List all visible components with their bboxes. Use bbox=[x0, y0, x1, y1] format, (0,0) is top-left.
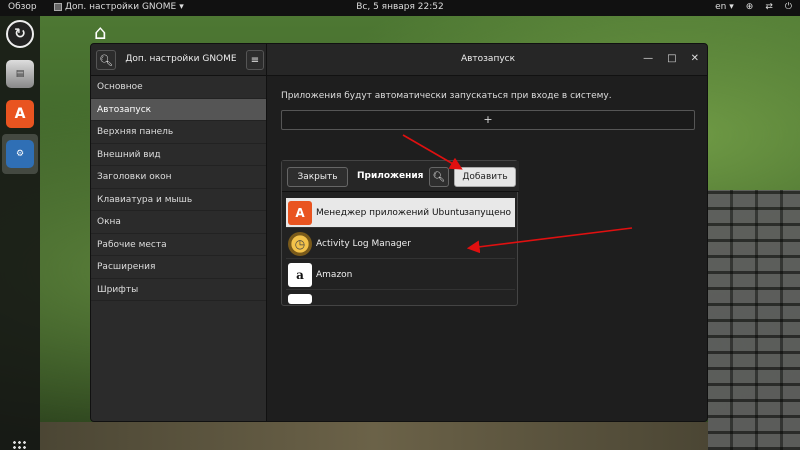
hamburger-icon: ≡ bbox=[250, 54, 260, 66]
sidebar-item[interactable]: Основное bbox=[91, 76, 266, 99]
ubuntu-software-icon[interactable]: A bbox=[6, 100, 34, 128]
list-item[interactable]: a Amazon bbox=[286, 260, 515, 290]
network-icon[interactable]: ⇄ bbox=[765, 2, 773, 12]
app-name: Менеджер приложений Ubuntu bbox=[316, 207, 465, 218]
sidebar-item[interactable]: Заголовки окон bbox=[91, 166, 266, 189]
sidebar-item[interactable]: Окна bbox=[91, 211, 266, 234]
dialog-title: Приложения bbox=[357, 171, 424, 181]
ubuntu-software-icon: A bbox=[288, 200, 312, 225]
app-name: Amazon bbox=[316, 269, 353, 280]
menu-button[interactable]: ≡ bbox=[246, 50, 264, 70]
app-menu-icon bbox=[54, 3, 62, 11]
sidebar-item[interactable]: Шрифты bbox=[91, 279, 266, 301]
files-icon[interactable]: ▤ bbox=[6, 60, 34, 88]
background-wall bbox=[708, 190, 800, 450]
keyboard-layout[interactable]: en ▾ bbox=[715, 2, 734, 12]
activity-log-icon: ◷ bbox=[288, 231, 312, 256]
dock: ↻ ▤ A ⚙ bbox=[0, 16, 40, 450]
amazon-icon: a bbox=[288, 262, 312, 287]
search-button[interactable]: 🔍︎ bbox=[96, 50, 116, 70]
add-autostart-button[interactable]: + bbox=[281, 110, 695, 130]
home-folder-icon[interactable]: ⌂ bbox=[94, 20, 122, 44]
activities-button[interactable]: Обзор bbox=[8, 2, 37, 12]
dialog-search-button[interactable]: 🔍︎ bbox=[429, 167, 449, 187]
accessibility-icon[interactable]: ⊕ bbox=[746, 2, 754, 12]
top-bar: Обзор Доп. настройки GNOME ▾ Вс, 5 январ… bbox=[0, 0, 800, 16]
sidebar-item[interactable]: Автозапуск bbox=[91, 98, 266, 121]
list-item[interactable] bbox=[286, 291, 515, 304]
main-header: Автозапуск — □ ✕ bbox=[267, 44, 707, 76]
sidebar: Основное Автозапуск Верхняя панель Внешний … bbox=[91, 76, 267, 421]
app-menu-label: Доп. настройки GNOME bbox=[65, 2, 177, 12]
app-list: A Менеджер приложений Ubuntu запущено ◷ … bbox=[286, 198, 515, 304]
clock[interactable]: Вс, 5 января 22:52 bbox=[356, 2, 443, 12]
system-tray: en ▾ ⊕ ⇄ ⏻ bbox=[715, 2, 792, 12]
sidebar-item[interactable]: Клавиатура и мышь bbox=[91, 189, 266, 211]
maximize-icon[interactable]: □ bbox=[667, 53, 676, 64]
window-controls: — □ ✕ bbox=[643, 53, 699, 64]
search-icon: 🔍︎ bbox=[99, 53, 113, 67]
app-icon bbox=[288, 294, 312, 304]
keyboard-layout-label: en bbox=[715, 2, 727, 12]
dialog-header: Закрыть Приложения 🔍︎ Добавить bbox=[282, 161, 519, 192]
background-ground bbox=[40, 422, 708, 450]
list-item[interactable]: ◷ Activity Log Manager bbox=[286, 229, 515, 259]
sidebar-item[interactable]: Рабочие места bbox=[91, 234, 266, 256]
close-button[interactable]: Закрыть bbox=[287, 167, 348, 187]
sidebar-item[interactable]: Верхняя панель bbox=[91, 121, 266, 144]
page-title: Автозапуск bbox=[460, 54, 516, 64]
app-status: запущено bbox=[464, 208, 511, 218]
show-applications-icon[interactable] bbox=[12, 440, 26, 450]
search-icon: 🔍︎ bbox=[432, 171, 446, 183]
close-icon[interactable]: ✕ bbox=[691, 53, 699, 64]
tweaks-icon[interactable]: ⚙ bbox=[6, 140, 34, 168]
chevron-down-icon: ▾ bbox=[179, 2, 184, 12]
applications-dialog: Закрыть Приложения 🔍︎ Добавить A Менедже… bbox=[281, 160, 519, 306]
add-button[interactable]: Добавить bbox=[454, 167, 516, 187]
sidebar-title: Доп. настройки GNOME bbox=[125, 54, 237, 64]
minimize-icon[interactable]: — bbox=[643, 53, 653, 64]
app-name: Activity Log Manager bbox=[316, 238, 411, 249]
list-item[interactable]: A Менеджер приложений Ubuntu запущено bbox=[286, 198, 515, 228]
autostart-description: Приложения будут автоматически запускать… bbox=[281, 91, 612, 101]
sidebar-item[interactable]: Внешний вид bbox=[91, 144, 266, 166]
timeshift-icon[interactable]: ↻ bbox=[6, 20, 34, 48]
app-menu[interactable]: Доп. настройки GNOME ▾ bbox=[54, 2, 184, 12]
sidebar-header: 🔍︎ Доп. настройки GNOME ≡ bbox=[91, 44, 267, 76]
sidebar-item[interactable]: Расширения bbox=[91, 256, 266, 279]
power-icon[interactable]: ⏻ bbox=[785, 2, 792, 12]
